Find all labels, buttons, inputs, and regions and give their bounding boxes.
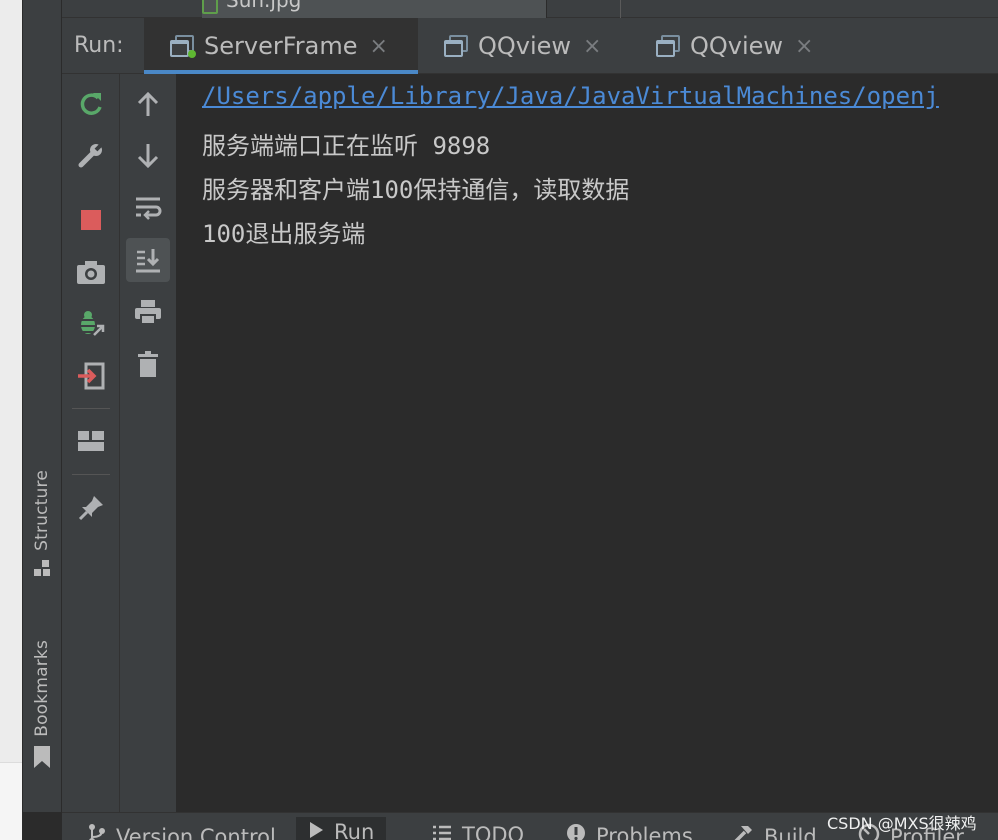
outer-window-edge-lower — [0, 762, 22, 840]
settings-wrench-icon[interactable] — [69, 133, 113, 177]
close-icon[interactable]: × — [583, 34, 601, 59]
run-label: Run: — [74, 33, 124, 58]
toolbar-separator — [72, 474, 110, 475]
layout-icon[interactable] — [69, 419, 113, 463]
build-tool-button[interactable]: Build — [732, 823, 817, 840]
build-label: Build — [764, 824, 817, 840]
running-indicator-icon — [188, 50, 196, 58]
console-line-java-path-link[interactable]: /Users/apple/Library/Java/JavaVirtualMac… — [202, 82, 939, 110]
console-line: 100退出服务端 — [202, 220, 366, 248]
todo-tool-button[interactable]: TODO — [432, 823, 524, 840]
run-tool-button[interactable]: Run — [296, 817, 387, 840]
camera-dump-threads-icon[interactable] — [69, 250, 113, 294]
problems-label: Problems — [596, 823, 693, 840]
csdn-watermark: CSDN @MXS很辣鸡 — [827, 814, 977, 833]
close-icon[interactable]: × — [795, 34, 813, 59]
hammer-icon — [732, 823, 754, 840]
bookmarks-tool-button[interactable]: Bookmarks — [23, 640, 61, 774]
play-icon — [308, 821, 324, 840]
image-file-icon — [202, 0, 218, 14]
bookmark-icon — [33, 745, 51, 774]
structure-tool-button[interactable]: Structure — [23, 470, 61, 582]
list-icon — [432, 824, 452, 840]
print-icon[interactable] — [126, 290, 170, 334]
run-tab-qqview-2[interactable]: QQview × — [630, 18, 842, 74]
ide-window: Sun.jpg Structure Bookmarks Run: ServerF… — [0, 0, 998, 840]
editor-tab-label: Sun.jpg — [226, 0, 302, 12]
stop-icon[interactable] — [69, 198, 113, 242]
down-arrow-icon[interactable] — [126, 134, 170, 178]
run-tab-serverframe[interactable]: ServerFrame × — [144, 18, 418, 74]
run-tab-label: QQview — [478, 32, 572, 60]
editor-tab[interactable]: Sun.jpg — [202, 0, 547, 18]
pin-icon[interactable] — [69, 486, 113, 530]
run-tab-label: QQview — [690, 32, 784, 60]
console-output[interactable]: /Users/apple/Library/Java/JavaVirtualMac… — [178, 74, 998, 812]
run-tool-window-header: Run: ServerFrame × QQview × QQview × — [62, 18, 998, 74]
structure-icon — [33, 559, 51, 582]
exit-icon[interactable] — [69, 354, 113, 398]
version-control-tool-button[interactable]: Version Control — [88, 823, 276, 840]
debug-attach-icon[interactable] — [69, 302, 113, 346]
close-icon[interactable]: × — [369, 34, 387, 59]
toolbar-separator — [72, 408, 110, 409]
console-line: 服务器和客户端100保持通信，读取数据 — [202, 176, 630, 204]
application-window-icon — [656, 35, 680, 57]
console-actions-toolbar — [120, 74, 177, 812]
tool-window-stripe: Structure Bookmarks — [22, 0, 62, 812]
outer-window-edge — [0, 0, 22, 840]
structure-label: Structure — [32, 470, 52, 551]
scroll-to-end-icon[interactable] — [126, 238, 170, 282]
application-window-icon — [170, 35, 196, 58]
problems-tool-button[interactable]: Problems — [566, 823, 693, 840]
run-tab-qqview-1[interactable]: QQview × — [418, 18, 630, 74]
todo-label: TODO — [462, 823, 525, 840]
version-control-label: Version Control — [116, 824, 276, 840]
up-arrow-icon[interactable] — [126, 82, 170, 126]
editor-tab-separator — [620, 0, 621, 18]
console-line: 服务端端口正在监听 9898 — [202, 132, 491, 160]
run-actions-toolbar — [62, 74, 120, 812]
editor-tab-strip: Sun.jpg — [62, 0, 998, 18]
alert-icon — [566, 823, 586, 840]
rerun-icon[interactable] — [69, 82, 113, 126]
bookmarks-label: Bookmarks — [32, 640, 52, 737]
branch-icon — [88, 823, 106, 840]
trash-icon[interactable] — [126, 342, 170, 386]
application-window-icon — [444, 35, 468, 57]
run-tab-label: ServerFrame — [204, 32, 358, 60]
soft-wrap-icon[interactable] — [126, 186, 170, 230]
run-label-bottom: Run — [334, 820, 375, 840]
